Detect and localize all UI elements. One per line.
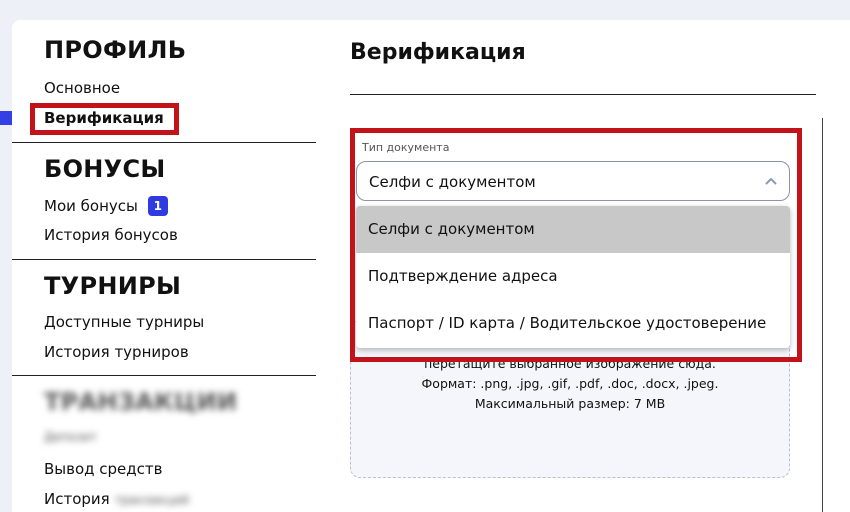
- section-title-profile: ПРОФИЛЬ: [44, 36, 187, 64]
- option-address-confirmation[interactable]: Подтверждение адреса: [356, 253, 790, 300]
- section-divider: [12, 375, 316, 376]
- section-divider: [12, 259, 316, 260]
- sidebar-item-my-bonuses[interactable]: Мои бонусы 1: [44, 196, 168, 216]
- page-title: Верификация: [350, 40, 526, 65]
- sidebar-item-label: Мои бонусы: [44, 197, 138, 215]
- document-type-select[interactable]: Селфи с документом: [356, 161, 790, 201]
- section-title-tournaments: ТУРНИРЫ: [44, 272, 182, 300]
- section-title-transactions: ТРАНЗАКЦИИ: [44, 388, 238, 416]
- sidebar-item-transaction-history[interactable]: История транзакций: [44, 490, 189, 508]
- dropzone-hint-max-size: Максимальный размер: 7 MB: [474, 396, 666, 411]
- title-divider: [350, 94, 816, 95]
- document-type-value: Селфи с документом: [369, 173, 536, 191]
- sidebar-item-withdrawal[interactable]: Вывод средств: [44, 460, 162, 478]
- sidebar-item-tournament-history[interactable]: История турниров: [44, 343, 189, 361]
- content-panel: ПРОФИЛЬ Основное Верификация БОНУСЫ Мои …: [12, 20, 850, 512]
- section-title-bonuses: БОНУСЫ: [44, 155, 166, 183]
- content-border: [822, 118, 823, 512]
- sidebar: ПРОФИЛЬ Основное Верификация БОНУСЫ Мои …: [12, 20, 316, 512]
- sidebar-item-main[interactable]: Основное: [44, 79, 120, 97]
- sidebar-item-bonus-history[interactable]: История бонусов: [44, 226, 178, 244]
- document-type-label: Тип документа: [362, 141, 450, 154]
- chevron-up-icon: [765, 178, 777, 185]
- document-type-options: Селфи с документом Подтверждение адреса …: [356, 206, 790, 348]
- sidebar-item-deposit[interactable]: Депозит: [44, 430, 97, 444]
- sidebar-item-label-suffix: транзакций: [114, 493, 190, 507]
- section-divider: [12, 142, 316, 143]
- bonus-count-badge: 1: [147, 196, 168, 216]
- main-content: Верификация перетащите выбранное изображ…: [350, 20, 850, 512]
- option-selfie-with-document[interactable]: Селфи с документом: [356, 206, 790, 253]
- sidebar-item-label: История: [44, 490, 110, 508]
- sidebar-item-verification[interactable]: Верификация: [44, 109, 164, 127]
- dropzone-hint-formats: Формат: .png, .jpg, .gif, .pdf, .doc, .d…: [421, 376, 719, 391]
- dropzone-hint-drag: перетащите выбранное изображение сюда.: [424, 356, 716, 371]
- dropzone-hint: перетащите выбранное изображение сюда. Ф…: [350, 354, 790, 414]
- option-passport-id-license[interactable]: Паспорт / ID карта / Водительское удосто…: [356, 300, 790, 347]
- sidebar-item-available-tournaments[interactable]: Доступные турниры: [44, 313, 204, 331]
